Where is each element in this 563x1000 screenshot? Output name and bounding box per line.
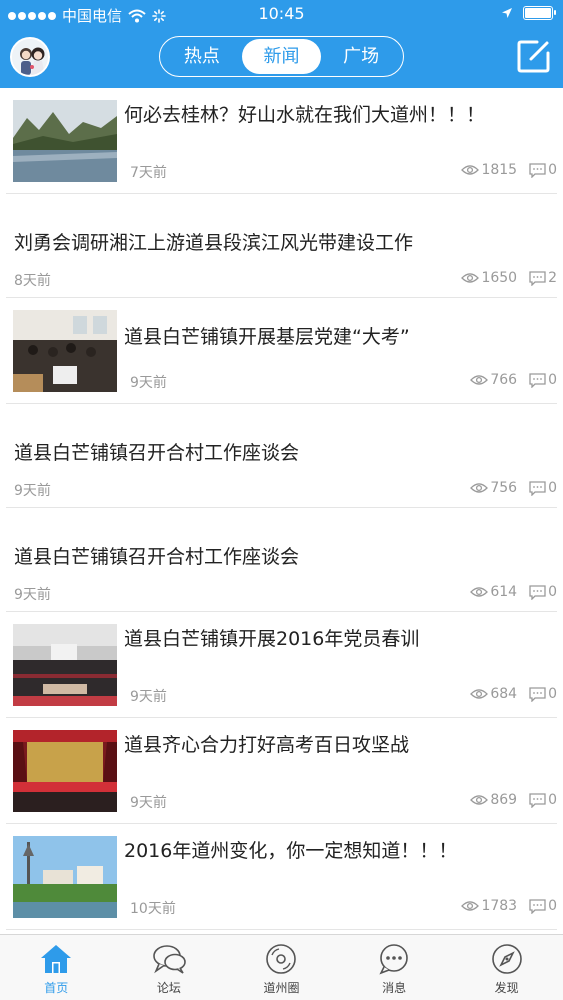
view-count: 1815 [481, 162, 518, 178]
comment-icon [529, 898, 546, 914]
news-list: 何必去桂林？好山水就在我们大道州！！！ 7天前 1815 0 刘勇会调研湘江上游… [0, 88, 563, 930]
eye-icon [470, 587, 489, 597]
news-item[interactable]: 刘勇会调研湘江上游道县段滨江风光带建设工作 8天前 1650 2 [6, 194, 557, 298]
news-thumbnail-landscape [13, 100, 117, 182]
tab-label-discover: 发现 [494, 981, 519, 995]
comment-count: 0 [548, 162, 557, 178]
comment-count: 0 [548, 686, 557, 702]
eye-icon [470, 375, 489, 385]
message-bubble-icon [379, 944, 408, 975]
news-title: 道县白芒铺镇召开合村工作座谈会 [14, 442, 300, 464]
news-time: 9天前 [14, 587, 51, 603]
location-arrow-icon [502, 8, 512, 18]
view-count: 869 [490, 792, 518, 808]
news-time: 9天前 [130, 689, 167, 705]
feed-segment-control: 热点 新闻 广场 [159, 36, 404, 77]
view-count: 1650 [481, 270, 518, 286]
comment-count: 0 [548, 792, 557, 808]
tab-label-circle: 道州圈 [263, 981, 300, 995]
news-item[interactable]: 何必去桂林？好山水就在我们大道州！！！ 7天前 1815 0 [6, 88, 557, 194]
home-icon [41, 945, 72, 973]
comment-icon [529, 480, 546, 496]
segment-tab-square[interactable]: 广场 [321, 39, 401, 74]
news-item[interactable]: 2016年道州变化，你一定想知道！！！ 10天前 1783 0 [6, 824, 557, 930]
view-count: 684 [490, 686, 518, 702]
comment-icon [529, 792, 546, 808]
circle-disc-icon [266, 944, 297, 974]
news-stats: 756 0 [470, 480, 557, 496]
news-thumbnail-hall [13, 624, 117, 706]
news-time: 10天前 [130, 901, 176, 917]
news-time: 8天前 [14, 273, 51, 289]
news-item[interactable]: 道县白芒铺镇开展基层党建“大考” 9天前 766 0 [6, 298, 557, 404]
news-thumbnail-city [13, 836, 117, 918]
comment-icon [529, 372, 546, 388]
top-header: 中国电信 10:45 热点 新闻 广场 [0, 0, 563, 88]
view-count: 766 [490, 372, 518, 388]
eye-icon [461, 273, 480, 283]
view-count: 1783 [481, 898, 518, 914]
news-title: 何必去桂林？好山水就在我们大道州！！！ [124, 104, 486, 126]
comment-icon [529, 270, 546, 286]
eye-icon [461, 165, 480, 175]
news-title: 刘勇会调研湘江上游道县段滨江风光带建设工作 [14, 232, 414, 254]
tab-label-home: 首页 [44, 981, 69, 995]
news-title: 道县白芒铺镇开展2016年党员春训 [124, 628, 420, 650]
eye-icon [470, 795, 489, 805]
news-stats: 869 0 [470, 792, 557, 808]
news-stats: 1815 0 [461, 162, 557, 178]
view-count: 756 [490, 480, 518, 496]
news-time: 9天前 [130, 795, 167, 811]
news-stats: 684 0 [470, 686, 557, 702]
view-count: 614 [490, 584, 518, 600]
news-title: 道县齐心合力打好高考百日攻坚战 [124, 734, 410, 756]
segment-tab-news[interactable]: 新闻 [241, 39, 322, 74]
comment-count: 0 [548, 372, 557, 388]
news-item[interactable]: 道县白芒铺镇开展2016年党员春训 9天前 684 0 [6, 612, 557, 718]
battery-icon [523, 6, 556, 20]
news-title: 2016年道州变化，你一定想知道！！！ [124, 840, 458, 862]
news-item[interactable]: 道县白芒铺镇召开合村工作座谈会 9天前 756 0 [6, 404, 557, 508]
tab-label-messages: 消息 [382, 981, 407, 995]
news-stats: 614 0 [470, 584, 557, 600]
news-stats: 1783 0 [461, 898, 557, 914]
news-stats: 766 0 [470, 372, 557, 388]
compass-icon [491, 944, 522, 974]
comment-count: 0 [548, 480, 557, 496]
comment-count: 0 [548, 584, 557, 600]
eye-icon [461, 901, 480, 911]
comment-icon [529, 686, 546, 702]
news-thumbnail-stage [13, 730, 117, 812]
news-title: 道县白芒铺镇开展基层党建“大考” [124, 326, 410, 348]
news-item[interactable]: 道县白芒铺镇召开合村工作座谈会 9天前 614 0 [6, 508, 557, 612]
news-stats: 1650 2 [461, 270, 557, 286]
forum-chat-icon [153, 945, 186, 974]
tab-home[interactable]: 首页 [0, 935, 113, 1000]
comment-icon [529, 162, 546, 178]
user-avatar[interactable] [10, 37, 50, 77]
news-thumbnail-classroom [13, 310, 117, 392]
tab-messages[interactable]: 消息 [338, 935, 451, 1000]
news-title: 道县白芒铺镇召开合村工作座谈会 [14, 546, 300, 568]
compose-icon[interactable] [517, 39, 551, 73]
tab-circle[interactable]: 道州圈 [225, 935, 338, 1000]
comment-count: 2 [548, 270, 557, 286]
status-bar: 中国电信 10:45 [0, 0, 563, 28]
news-item[interactable]: 道县齐心合力打好高考百日攻坚战 9天前 869 0 [6, 718, 557, 824]
bottom-tab-bar: 首页 论坛 道州圈 消息 发现 [0, 934, 563, 1000]
news-time: 7天前 [130, 165, 167, 181]
segment-tab-hot[interactable]: 热点 [162, 39, 242, 74]
eye-icon [470, 483, 489, 493]
news-time: 9天前 [130, 375, 167, 391]
tab-discover[interactable]: 发现 [450, 935, 563, 1000]
news-time: 9天前 [14, 483, 51, 499]
comment-count: 0 [548, 898, 557, 914]
status-time: 10:45 [258, 4, 305, 23]
eye-icon [470, 689, 489, 699]
comment-icon [529, 584, 546, 600]
tab-forum[interactable]: 论坛 [113, 935, 226, 1000]
tab-label-forum: 论坛 [156, 981, 181, 995]
